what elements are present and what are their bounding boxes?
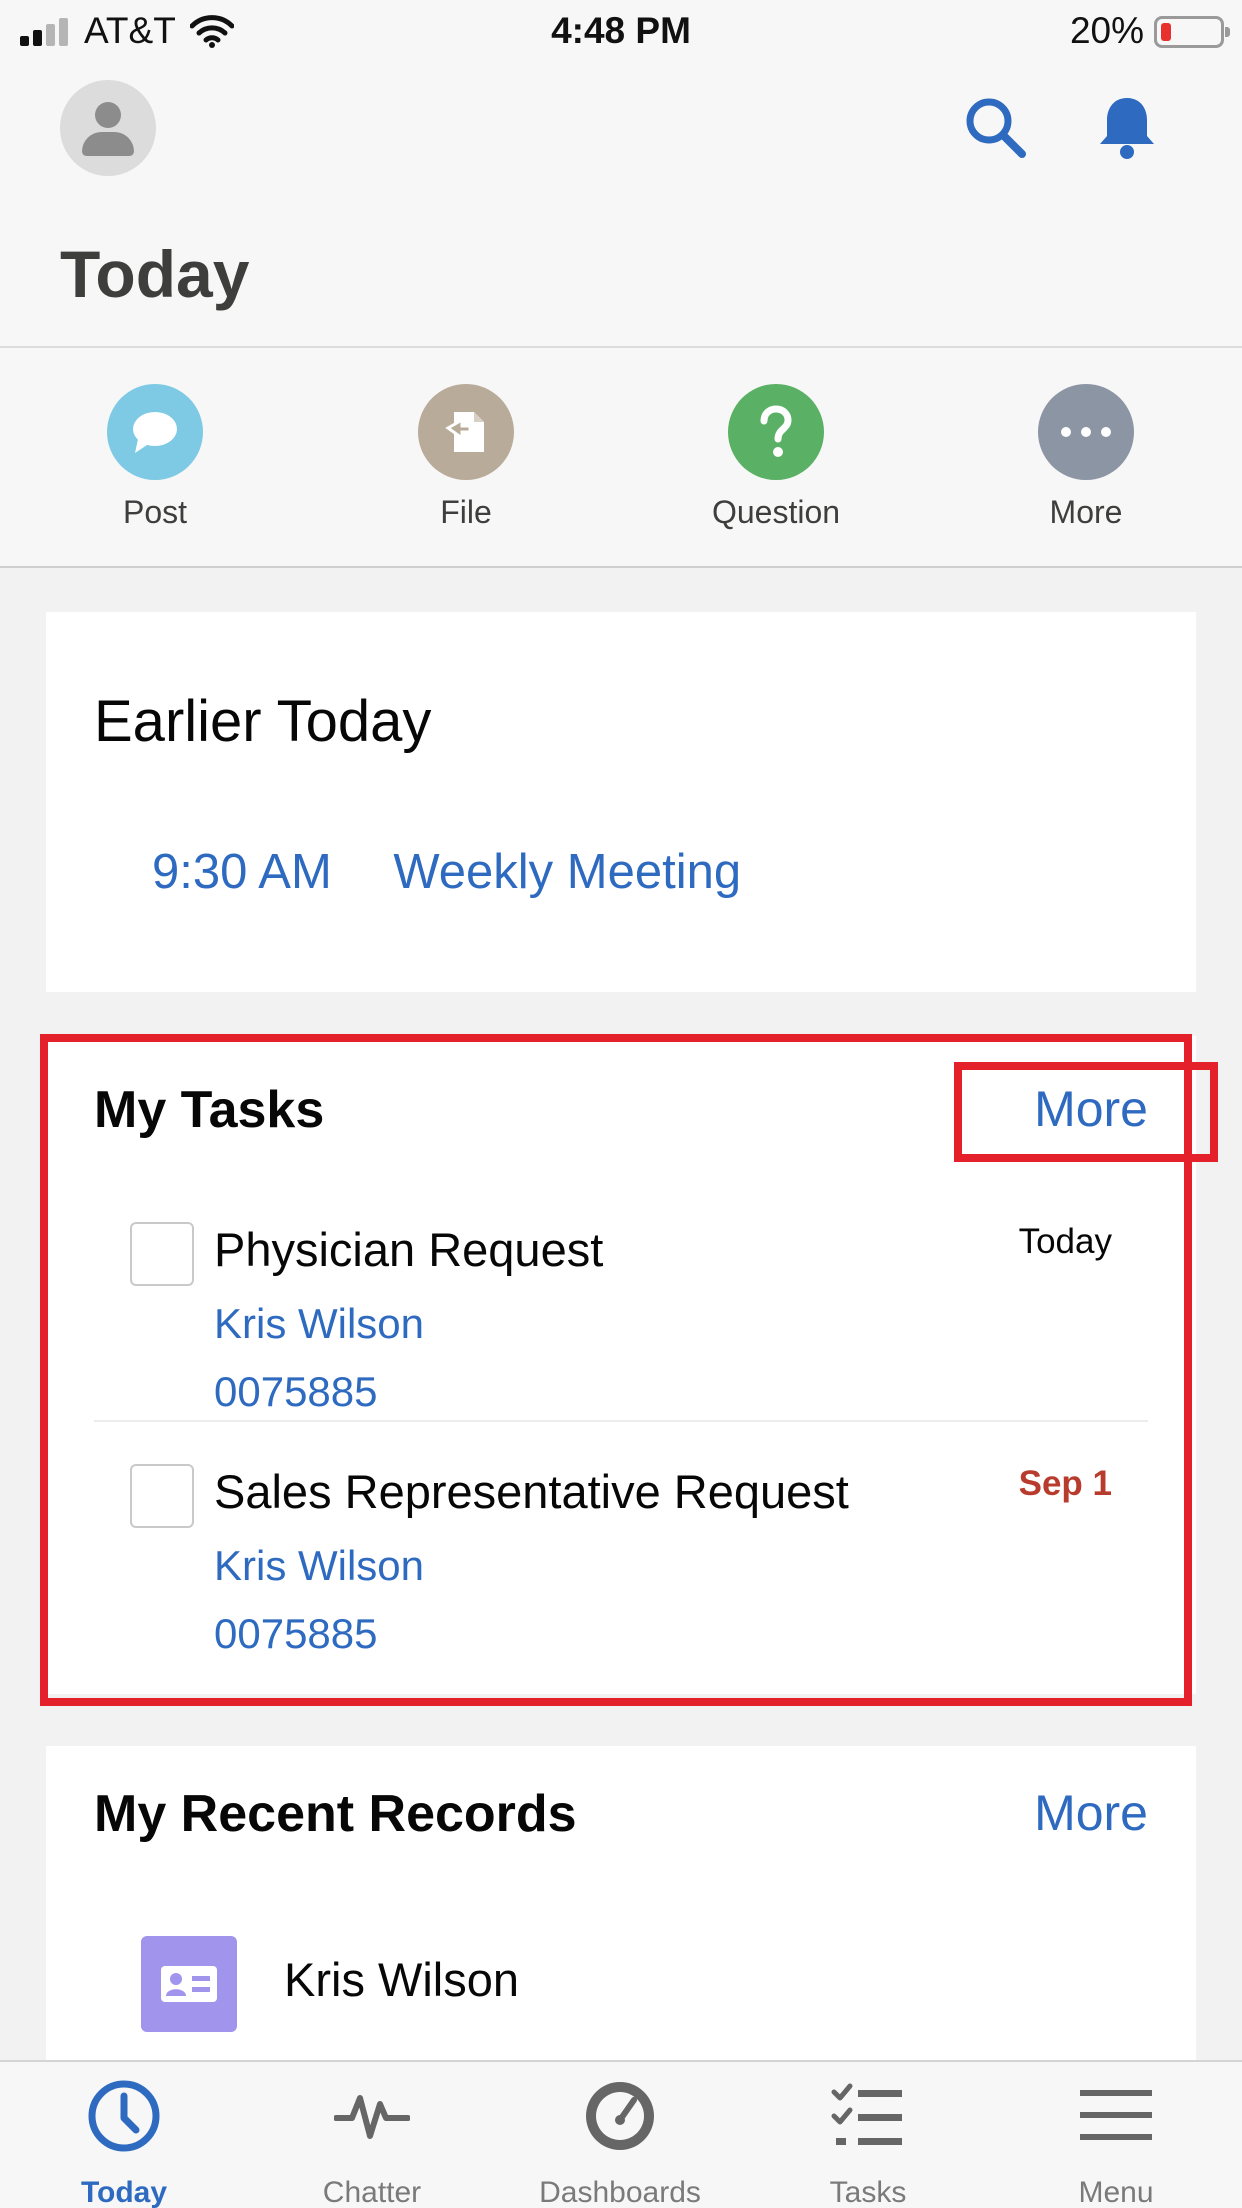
earlier-today-card: Earlier Today 9:30 AM Weekly Meeting [46, 612, 1196, 992]
battery-percentage: 20% [1069, 10, 1144, 51]
event-name: Weekly Meeting [393, 845, 742, 899]
tab-label: Menu [1078, 2176, 1154, 2208]
tab-label: Dashboards [539, 2176, 701, 2208]
more-action[interactable]: More [986, 384, 1186, 531]
more-icon [1038, 384, 1134, 480]
tab-tasks[interactable]: Tasks [744, 2062, 992, 2208]
tab-chatter[interactable]: Chatter [248, 2062, 496, 2208]
tab-today[interactable]: Today [0, 2062, 248, 2208]
recent-records-more-link[interactable]: More [1034, 1784, 1148, 1842]
highlight-box-more [954, 1062, 1218, 1162]
contact-card-icon [141, 1936, 237, 2032]
app-header: Today [0, 62, 1242, 348]
tab-bar: Today Chatter Dashboards Tasks Menu [0, 2060, 1242, 2208]
checklist-icon [831, 2083, 902, 2145]
tab-label: Chatter [322, 2176, 422, 2208]
earlier-today-title: Earlier Today [94, 689, 432, 754]
question-action[interactable]: Question [676, 384, 876, 531]
file-label: File [440, 494, 492, 530]
post-label: Post [122, 494, 188, 530]
page-title: Today [60, 237, 250, 311]
clock-time: 4:48 PM [551, 10, 691, 51]
tab-dashboards[interactable]: Dashboards [496, 2062, 744, 2208]
status-bar: AT&T 4:48 PM 20% [0, 0, 1242, 62]
question-icon [728, 384, 824, 480]
pulse-icon [334, 2095, 410, 2139]
recent-records-title: My Recent Records [94, 1785, 577, 1843]
more-label: More [1049, 494, 1123, 530]
file-action[interactable]: File [366, 384, 566, 531]
post-icon [107, 384, 203, 480]
event-link[interactable]: 9:30 AM Weekly Meeting [152, 844, 741, 900]
post-action[interactable]: Post [55, 384, 255, 531]
notification-bell-icon[interactable] [1092, 92, 1162, 162]
event-time: 9:30 AM [152, 845, 332, 899]
battery-icon [1154, 16, 1230, 48]
recent-records-card: My Recent Records More Kris Wilson [46, 1746, 1196, 2066]
avatar[interactable] [60, 80, 156, 176]
question-label: Question [711, 494, 841, 530]
search-icon[interactable] [960, 92, 1030, 162]
tab-label: Tasks [829, 2176, 907, 2208]
clock-icon [88, 2080, 160, 2152]
tab-label: Today [80, 2176, 168, 2208]
tab-menu[interactable]: Menu [992, 2062, 1240, 2208]
gauge-icon [586, 2082, 654, 2150]
record-name-link[interactable]: Kris Wilson [284, 1952, 519, 2007]
hamburger-icon [1080, 2090, 1152, 2140]
publisher-actions: Post File Question More [0, 348, 1242, 568]
file-icon [418, 384, 514, 480]
